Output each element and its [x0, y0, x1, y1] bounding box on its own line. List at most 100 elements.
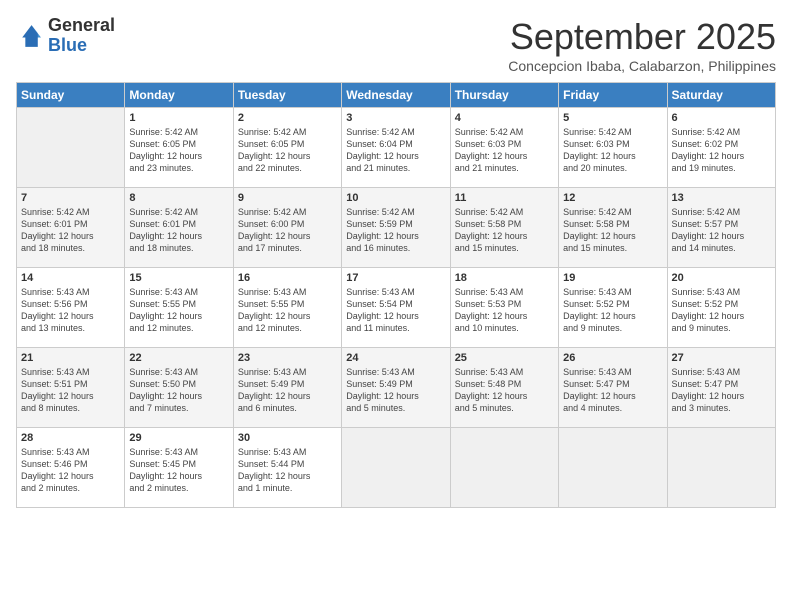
- day-number: 28: [21, 432, 120, 444]
- header-row: SundayMondayTuesdayWednesdayThursdayFrid…: [17, 83, 776, 108]
- day-number: 3: [346, 112, 445, 124]
- calendar-cell: 15 Sunrise: 5:43 AM Sunset: 5:55 PM Dayli…: [125, 268, 233, 348]
- calendar-cell: 14 Sunrise: 5:43 AM Sunset: 5:56 PM Dayli…: [17, 268, 125, 348]
- cell-content: Sunrise: 5:43 AM Sunset: 5:56 PM Dayligh…: [21, 286, 120, 335]
- day-number: 24: [346, 352, 445, 364]
- day-number: 15: [129, 272, 228, 284]
- logo-general-text: General: [48, 16, 115, 36]
- cell-content: Sunrise: 5:43 AM Sunset: 5:55 PM Dayligh…: [238, 286, 337, 335]
- cell-content: Sunrise: 5:43 AM Sunset: 5:46 PM Dayligh…: [21, 446, 120, 495]
- calendar-table: SundayMondayTuesdayWednesdayThursdayFrid…: [16, 82, 776, 508]
- cell-content: Sunrise: 5:42 AM Sunset: 6:00 PM Dayligh…: [238, 206, 337, 255]
- calendar-cell: 3Sunrise: 5:42 AM Sunset: 6:04 PM Daylig…: [342, 108, 450, 188]
- calendar-cell: [667, 428, 775, 508]
- cell-content: Sunrise: 5:42 AM Sunset: 6:01 PM Dayligh…: [21, 206, 120, 255]
- day-number: 6: [672, 112, 771, 124]
- day-header-wednesday: Wednesday: [342, 83, 450, 108]
- cell-content: Sunrise: 5:42 AM Sunset: 5:57 PM Dayligh…: [672, 206, 771, 255]
- calendar-cell: 13 Sunrise: 5:42 AM Sunset: 5:57 PM Dayli…: [667, 188, 775, 268]
- cell-content: Sunrise: 5:43 AM Sunset: 5:47 PM Dayligh…: [672, 366, 771, 415]
- day-header-tuesday: Tuesday: [233, 83, 341, 108]
- day-number: 4: [455, 112, 554, 124]
- calendar-cell: 22 Sunrise: 5:43 AM Sunset: 5:50 PM Dayli…: [125, 348, 233, 428]
- calendar-cell: 27 Sunrise: 5:43 AM Sunset: 5:47 PM Dayli…: [667, 348, 775, 428]
- calendar-cell: 18 Sunrise: 5:43 AM Sunset: 5:53 PM Dayli…: [450, 268, 558, 348]
- cell-content: Sunrise: 5:43 AM Sunset: 5:50 PM Dayligh…: [129, 366, 228, 415]
- cell-content: Sunrise: 5:43 AM Sunset: 5:52 PM Dayligh…: [563, 286, 662, 335]
- calendar-cell: 4 Sunrise: 5:42 AM Sunset: 6:03 PM Daylig…: [450, 108, 558, 188]
- cell-content: Sunrise: 5:43 AM Sunset: 5:49 PM Dayligh…: [238, 366, 337, 415]
- calendar-cell: 8Sunrise: 5:42 AM Sunset: 6:01 PM Daylig…: [125, 188, 233, 268]
- calendar-cell: 26 Sunrise: 5:43 AM Sunset: 5:47 PM Dayli…: [559, 348, 667, 428]
- day-number: 10: [346, 192, 445, 204]
- day-number: 17: [346, 272, 445, 284]
- calendar-cell: [450, 428, 558, 508]
- calendar-cell: [559, 428, 667, 508]
- subtitle: Concepcion Ibaba, Calabarzon, Philippine…: [508, 58, 776, 74]
- cell-content: Sunrise: 5:42 AM Sunset: 5:58 PM Dayligh…: [455, 206, 554, 255]
- day-number: 14: [21, 272, 120, 284]
- cell-content: Sunrise: 5:42 AM Sunset: 5:59 PM Dayligh…: [346, 206, 445, 255]
- cell-content: Sunrise: 5:42 AM Sunset: 6:03 PM Dayligh…: [563, 126, 662, 175]
- day-header-friday: Friday: [559, 83, 667, 108]
- week-row-5: 28 Sunrise: 5:43 AM Sunset: 5:46 PM Dayli…: [17, 428, 776, 508]
- title-area: September 2025 Concepcion Ibaba, Calabar…: [508, 16, 776, 74]
- cell-content: Sunrise: 5:43 AM Sunset: 5:47 PM Dayligh…: [563, 366, 662, 415]
- calendar-cell: 11 Sunrise: 5:42 AM Sunset: 5:58 PM Dayli…: [450, 188, 558, 268]
- day-header-saturday: Saturday: [667, 83, 775, 108]
- header: General Blue September 2025 Concepcion I…: [16, 16, 776, 74]
- cell-content: Sunrise: 5:43 AM Sunset: 5:48 PM Dayligh…: [455, 366, 554, 415]
- calendar-cell: 29Sunrise: 5:43 AM Sunset: 5:45 PM Dayli…: [125, 428, 233, 508]
- calendar-cell: 9 Sunrise: 5:42 AM Sunset: 6:00 PM Daylig…: [233, 188, 341, 268]
- day-number: 5: [563, 112, 662, 124]
- calendar-cell: 28 Sunrise: 5:43 AM Sunset: 5:46 PM Dayli…: [17, 428, 125, 508]
- week-row-4: 21Sunrise: 5:43 AM Sunset: 5:51 PM Dayli…: [17, 348, 776, 428]
- day-number: 16: [238, 272, 337, 284]
- day-number: 2: [238, 112, 337, 124]
- cell-content: Sunrise: 5:43 AM Sunset: 5:53 PM Dayligh…: [455, 286, 554, 335]
- calendar-cell: 23 Sunrise: 5:43 AM Sunset: 5:49 PM Dayli…: [233, 348, 341, 428]
- day-header-monday: Monday: [125, 83, 233, 108]
- cell-content: Sunrise: 5:43 AM Sunset: 5:55 PM Dayligh…: [129, 286, 228, 335]
- calendar-cell: 24 Sunrise: 5:43 AM Sunset: 5:49 PM Dayli…: [342, 348, 450, 428]
- cell-content: Sunrise: 5:42 AM Sunset: 6:02 PM Dayligh…: [672, 126, 771, 175]
- day-number: 23: [238, 352, 337, 364]
- calendar-cell: [17, 108, 125, 188]
- day-number: 18: [455, 272, 554, 284]
- month-title: September 2025: [508, 16, 776, 58]
- day-number: 1: [129, 112, 228, 124]
- calendar-cell: 2 Sunrise: 5:42 AM Sunset: 6:05 PM Daylig…: [233, 108, 341, 188]
- cell-content: Sunrise: 5:43 AM Sunset: 5:49 PM Dayligh…: [346, 366, 445, 415]
- calendar-cell: 20Sunrise: 5:43 AM Sunset: 5:52 PM Dayli…: [667, 268, 775, 348]
- day-number: 22: [129, 352, 228, 364]
- day-number: 26: [563, 352, 662, 364]
- week-row-1: 1 Sunrise: 5:42 AM Sunset: 6:05 PM Daylig…: [17, 108, 776, 188]
- cell-content: Sunrise: 5:42 AM Sunset: 5:58 PM Dayligh…: [563, 206, 662, 255]
- cell-content: Sunrise: 5:42 AM Sunset: 6:05 PM Dayligh…: [129, 126, 228, 175]
- day-number: 29: [129, 432, 228, 444]
- day-number: 11: [455, 192, 554, 204]
- calendar-cell: 17Sunrise: 5:43 AM Sunset: 5:54 PM Dayli…: [342, 268, 450, 348]
- cell-content: Sunrise: 5:42 AM Sunset: 6:01 PM Dayligh…: [129, 206, 228, 255]
- logo-icon: [16, 22, 44, 50]
- day-header-thursday: Thursday: [450, 83, 558, 108]
- calendar-cell: 7Sunrise: 5:42 AM Sunset: 6:01 PM Daylig…: [17, 188, 125, 268]
- day-number: 30: [238, 432, 337, 444]
- cell-content: Sunrise: 5:42 AM Sunset: 6:05 PM Dayligh…: [238, 126, 337, 175]
- cell-content: Sunrise: 5:42 AM Sunset: 6:03 PM Dayligh…: [455, 126, 554, 175]
- calendar-cell: [342, 428, 450, 508]
- logo: General Blue: [16, 16, 115, 56]
- calendar-cell: 6 Sunrise: 5:42 AM Sunset: 6:02 PM Daylig…: [667, 108, 775, 188]
- day-number: 19: [563, 272, 662, 284]
- calendar-cell: 16 Sunrise: 5:43 AM Sunset: 5:55 PM Dayli…: [233, 268, 341, 348]
- day-number: 13: [672, 192, 771, 204]
- day-number: 25: [455, 352, 554, 364]
- calendar-cell: 5 Sunrise: 5:42 AM Sunset: 6:03 PM Daylig…: [559, 108, 667, 188]
- day-number: 27: [672, 352, 771, 364]
- week-row-2: 7Sunrise: 5:42 AM Sunset: 6:01 PM Daylig…: [17, 188, 776, 268]
- calendar-cell: 1 Sunrise: 5:42 AM Sunset: 6:05 PM Daylig…: [125, 108, 233, 188]
- calendar-cell: 25 Sunrise: 5:43 AM Sunset: 5:48 PM Dayli…: [450, 348, 558, 428]
- week-row-3: 14 Sunrise: 5:43 AM Sunset: 5:56 PM Dayli…: [17, 268, 776, 348]
- day-header-sunday: Sunday: [17, 83, 125, 108]
- day-number: 9: [238, 192, 337, 204]
